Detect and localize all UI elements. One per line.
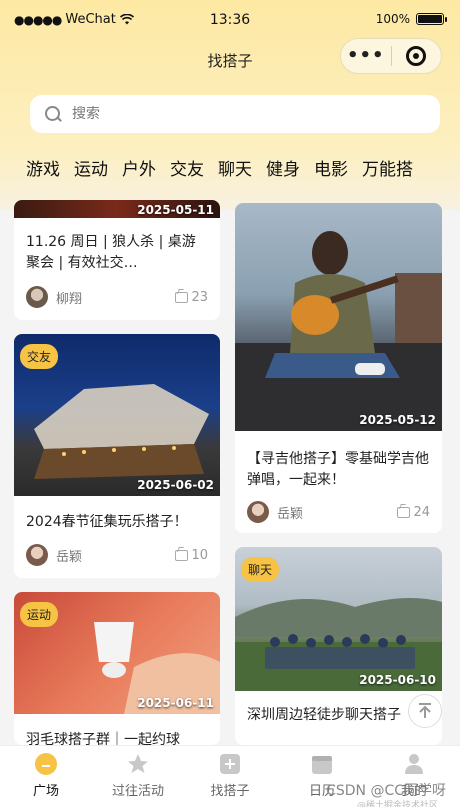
card-image: 聊天 2025-06-10 xyxy=(235,547,442,691)
like-count[interactable]: 10 xyxy=(175,548,208,563)
plus-square-icon xyxy=(220,754,240,774)
home-icon xyxy=(35,753,57,775)
thumbs-up-icon xyxy=(175,291,189,303)
like-count[interactable]: 23 xyxy=(175,290,208,305)
category-tab[interactable]: 户外 xyxy=(122,155,156,185)
card-image: 交友 2025-06-02 xyxy=(14,334,220,496)
activity-card[interactable]: 运动 2025-06-11 羽毛球搭子群｜一起约球 xyxy=(14,592,220,745)
activity-card[interactable]: 2025-05-12 【寻吉他搭子】零基础学吉他弹唱，一起来！ 岳颖 24 xyxy=(235,203,442,533)
card-date: 2025-05-11 xyxy=(137,203,214,217)
star-icon xyxy=(128,754,148,773)
card-image: 运动 2025-06-11 xyxy=(14,592,220,714)
card-title: 11.26 周日 | 狼人杀 | 桌游聚会 | 有效社交… xyxy=(26,234,196,271)
calendar-icon xyxy=(312,756,332,774)
card-footer: 岳颖 10 xyxy=(26,544,208,566)
category-tag: 交友 xyxy=(20,344,59,369)
card-title: 2024春节征集玩乐搭子！ xyxy=(26,514,188,530)
card-date: 2025-06-02 xyxy=(137,478,214,492)
card-date: 2025-05-12 xyxy=(359,413,436,427)
category-tab[interactable]: 游戏 xyxy=(26,155,60,185)
target-icon xyxy=(406,46,427,66)
battery-group: 100% xyxy=(375,12,447,26)
category-tab[interactable]: 聊天 xyxy=(218,155,252,185)
thumbs-up-icon xyxy=(397,506,411,518)
category-tab[interactable]: 万能搭 xyxy=(362,155,413,185)
tab-label: 广场 xyxy=(32,784,59,799)
search-icon xyxy=(44,105,62,123)
card-date: 2025-06-10 xyxy=(359,673,436,687)
activity-card[interactable]: 2025-05-11 11.26 周日 | 狼人杀 | 桌游聚会 | 有效社交…… xyxy=(14,200,220,320)
arrow-up-icon xyxy=(419,703,431,718)
avatar[interactable] xyxy=(26,286,48,308)
avatar[interactable] xyxy=(26,544,48,566)
card-image: 2025-05-12 xyxy=(235,203,442,431)
guitar-photo xyxy=(235,231,442,431)
close-button[interactable] xyxy=(391,46,441,66)
card-footer: 岳颖 24 xyxy=(247,501,430,523)
tab-past-activities[interactable]: 过往活动 xyxy=(92,746,184,807)
tab-label: 过往活动 xyxy=(111,784,164,799)
category-tag: 聊天 xyxy=(241,557,280,582)
battery-level xyxy=(418,15,442,23)
search-input[interactable] xyxy=(72,106,372,122)
tab-plaza[interactable]: 广场 xyxy=(0,746,92,807)
card-title: 羽毛球搭子群｜一起约球 xyxy=(26,732,180,745)
category-tab[interactable]: 运动 xyxy=(74,155,108,185)
like-number: 24 xyxy=(413,504,430,520)
card-author: 柳翔 xyxy=(56,291,83,307)
category-tag: 运动 xyxy=(20,602,59,627)
person-icon xyxy=(405,754,423,774)
card-title: 【寻吉他搭子】零基础学吉他弹唱，一起来！ xyxy=(247,451,429,488)
battery-icon xyxy=(416,13,447,25)
category-tab[interactable]: 健身 xyxy=(266,155,300,185)
card-date: 2025-06-11 xyxy=(137,696,214,710)
tab-label: 找搭子 xyxy=(210,784,250,799)
tab-find-partner[interactable]: 找搭子 xyxy=(184,746,276,807)
like-count[interactable]: 24 xyxy=(397,505,430,520)
back-to-top-button[interactable] xyxy=(408,694,442,728)
like-number: 23 xyxy=(191,289,208,305)
like-number: 10 xyxy=(191,547,208,563)
card-footer: 柳翔 23 xyxy=(26,286,208,308)
card-author: 岳颖 xyxy=(56,549,83,565)
search-bar[interactable] xyxy=(30,95,440,133)
status-bar: ●●●●● WeChat 13:36 100% xyxy=(0,0,460,40)
thumbs-up-icon xyxy=(175,549,189,561)
card-author: 岳颖 xyxy=(277,506,304,522)
more-button[interactable]: ••• xyxy=(341,47,391,65)
avatar[interactable] xyxy=(247,501,269,523)
category-tabs: 游戏 运动 户外 交友 聊天 健身 电影 万能搭 xyxy=(26,155,460,185)
source-watermark-sub: @稀土掘金技术社区 xyxy=(356,801,438,807)
card-image: 2025-05-11 xyxy=(14,200,220,218)
activity-card[interactable]: 交友 2025-06-02 2024春节征集玩乐搭子！ 岳颖 10 xyxy=(14,334,220,578)
source-watermark: CSDN @CC同学呀 xyxy=(326,783,446,799)
category-tab[interactable]: 交友 xyxy=(170,155,204,185)
battery-percent: 100% xyxy=(375,12,410,26)
mini-program-capsule: ••• xyxy=(340,38,442,74)
category-tab[interactable]: 电影 xyxy=(314,155,348,185)
